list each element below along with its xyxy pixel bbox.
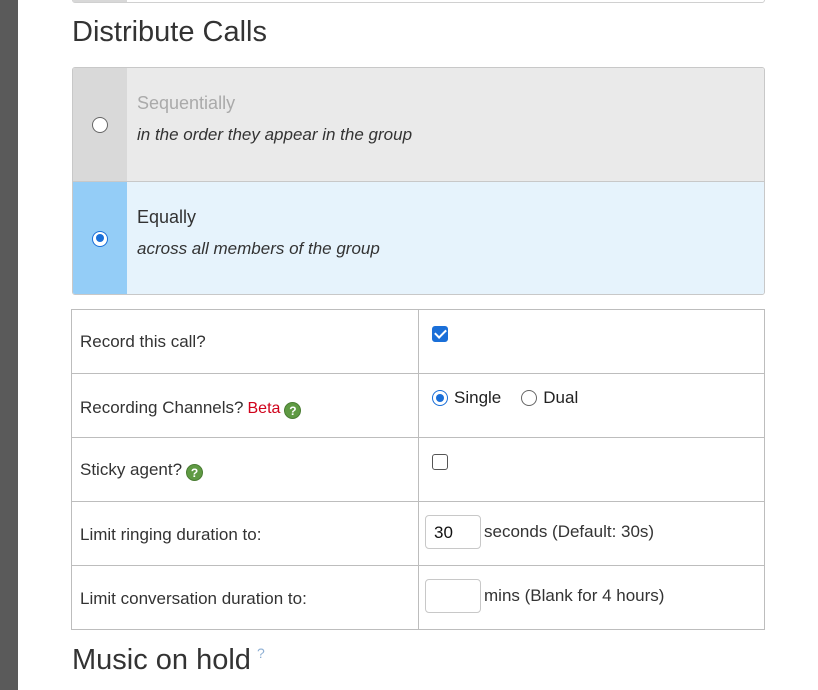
option-sequentially-radio-cell[interactable] xyxy=(73,68,127,181)
single-radio[interactable] xyxy=(432,390,448,406)
distribute-calls-title: Distribute Calls xyxy=(72,16,267,48)
option-subtitle: in the order they appear in the group xyxy=(137,125,413,144)
ring-limit-label: Limit ringing duration to: xyxy=(71,501,419,566)
question-mark-icon[interactable]: ? xyxy=(284,402,302,419)
conv-limit-value-cell: mins (Blank for 4 hours) xyxy=(418,565,765,630)
record-checkbox[interactable] xyxy=(432,326,448,342)
channels-value-cell: Single Dual xyxy=(418,373,765,438)
settings-row-conv-limit: Limit conversation duration to: mins (Bl… xyxy=(71,565,765,630)
settings-row-ring-limit: Limit ringing duration to: 30 seconds (De… xyxy=(71,501,765,566)
option-sequentially-text: Sequentially in the order they appear in… xyxy=(127,68,764,181)
previous-section-tab xyxy=(73,0,127,2)
option-equally-radio-cell[interactable] xyxy=(73,182,127,294)
dual-label[interactable]: Dual xyxy=(543,388,578,408)
sticky-label-cell: Sticky agent?? xyxy=(71,437,419,502)
ring-limit-input[interactable]: 30 xyxy=(425,515,481,549)
option-title: Equally xyxy=(137,207,197,227)
option-equally[interactable]: Equally across all members of the group xyxy=(73,181,764,294)
record-value-cell xyxy=(418,309,765,374)
channels-radio-group: Single Dual xyxy=(432,388,758,408)
single-label[interactable]: Single xyxy=(454,388,501,408)
beta-badge: Beta xyxy=(247,400,281,417)
equally-radio[interactable] xyxy=(92,230,108,247)
left-scroll-strip xyxy=(0,0,18,690)
previous-section-box xyxy=(72,0,765,3)
music-on-hold-label: Music on hold xyxy=(72,644,251,676)
sticky-value-cell xyxy=(418,437,765,502)
option-title: Sequentially xyxy=(137,93,236,113)
sticky-label: Sticky agent? xyxy=(80,460,183,479)
record-label: Record this call? xyxy=(71,309,419,374)
channels-label: Recording Channels? xyxy=(80,398,244,417)
distribute-options: Sequentially in the order they appear in… xyxy=(72,67,765,295)
question-mark-icon[interactable]: ? xyxy=(186,464,204,481)
option-subtitle: across all members of the group xyxy=(137,239,380,258)
ring-limit-value-cell: 30 seconds (Default: 30s) xyxy=(418,501,765,566)
music-on-hold-title: Music on hold? xyxy=(72,644,265,677)
settings-row-record: Record this call? xyxy=(71,309,765,374)
channels-label-cell: Recording Channels? Beta? xyxy=(71,373,419,438)
call-settings-table: Record this call? Recording Channels? Bet… xyxy=(71,309,765,630)
settings-row-sticky: Sticky agent?? xyxy=(71,437,765,502)
settings-row-channels: Recording Channels? Beta? Single Dual xyxy=(71,373,765,438)
help-question-icon[interactable]: ? xyxy=(257,645,265,661)
ring-limit-suffix: seconds (Default: 30s) xyxy=(484,522,655,541)
conv-limit-label: Limit conversation duration to: xyxy=(71,565,419,630)
conv-limit-suffix: mins (Blank for 4 hours) xyxy=(484,586,665,605)
option-equally-text: Equally across all members of the group xyxy=(127,182,764,294)
dual-radio[interactable] xyxy=(521,390,538,406)
sequentially-radio[interactable] xyxy=(92,116,108,133)
sticky-checkbox[interactable] xyxy=(432,454,448,470)
option-sequentially[interactable]: Sequentially in the order they appear in… xyxy=(73,68,764,181)
conv-limit-input[interactable] xyxy=(425,579,481,613)
